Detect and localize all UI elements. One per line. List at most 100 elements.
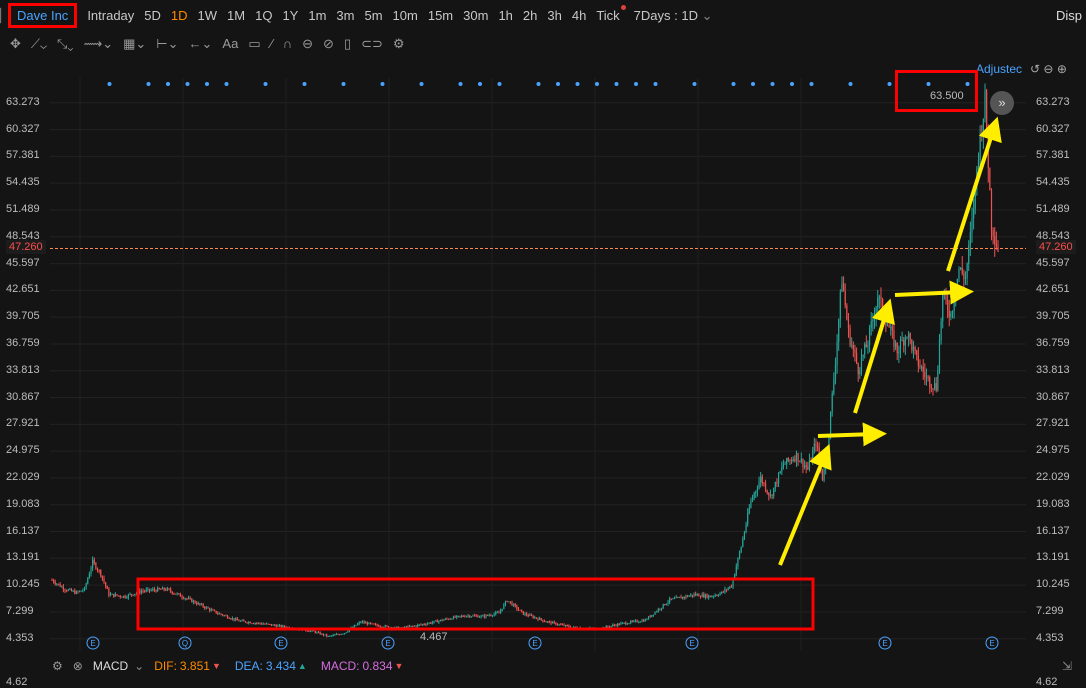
candle-body — [657, 609, 659, 612]
event-dot[interactable] — [166, 82, 170, 86]
timeframe-4h[interactable]: 4h — [572, 8, 586, 23]
candle-body — [904, 337, 906, 346]
candle-body — [686, 595, 689, 597]
timeframe-1d[interactable]: 1D — [171, 8, 188, 23]
arrow-tool-icon[interactable]: ←⌄ — [189, 36, 213, 52]
candle-body — [501, 608, 503, 611]
event-dot[interactable] — [575, 82, 580, 86]
timeframe-intraday[interactable]: Intraday — [87, 8, 134, 23]
event-dot[interactable] — [614, 82, 619, 86]
timeframe-15m[interactable]: 15m — [428, 8, 453, 23]
event-dot[interactable] — [770, 82, 775, 86]
macd-indicator-label[interactable]: MACD — [93, 659, 128, 673]
event-dot[interactable] — [107, 82, 112, 86]
reset-icon[interactable]: ↺ — [1030, 62, 1040, 76]
candle-body — [777, 473, 780, 484]
event-dot[interactable] — [556, 82, 560, 86]
candle-body — [818, 447, 820, 460]
event-dot[interactable] — [185, 82, 190, 86]
event-dot[interactable] — [497, 82, 502, 86]
adjusted-label[interactable]: Adjustec — [976, 62, 1022, 76]
hide-icon[interactable]: ⊘ — [323, 36, 334, 52]
event-dot[interactable] — [634, 82, 638, 86]
channel-tool-icon[interactable]: ⤡⌄ — [57, 36, 74, 52]
timeframe-1m[interactable]: 1m — [308, 8, 326, 23]
trend-arrow — [817, 422, 887, 447]
event-dot[interactable] — [263, 82, 268, 86]
trash-icon[interactable]: ▯ — [344, 36, 351, 52]
event-dot[interactable] — [731, 82, 736, 86]
candle-body — [521, 610, 523, 612]
line-tool-icon[interactable]: ⟋⌄ — [31, 36, 47, 52]
timeframe-1y[interactable]: 1Y — [282, 8, 298, 23]
candle-body — [781, 466, 783, 472]
candle-body — [612, 624, 614, 626]
fib-tool-icon[interactable]: ▦⌄ — [123, 36, 146, 52]
timeframe-3h[interactable]: 3h — [547, 8, 561, 23]
event-dot[interactable] — [341, 82, 346, 86]
event-marker-label: E — [689, 639, 694, 648]
gear-icon[interactable]: ⚙ — [52, 659, 63, 673]
text-tool-icon[interactable]: Aa — [222, 36, 238, 51]
expand-button[interactable]: » — [990, 91, 1014, 115]
lock-icon[interactable]: ⊖ — [302, 36, 313, 52]
dea-value: 3.434 — [265, 659, 296, 673]
display-menu[interactable]: Disp — [1056, 8, 1082, 23]
timeframe-1h[interactable]: 1h — [498, 8, 512, 23]
y-tick-label: 7.299 — [6, 604, 34, 617]
candle-body — [698, 594, 700, 597]
settings-icon[interactable]: ⚙ — [393, 36, 405, 52]
zoom-in-icon[interactable]: ⊕ — [1057, 62, 1067, 76]
event-dot[interactable] — [205, 82, 209, 86]
timeframe-1w[interactable]: 1W — [198, 8, 218, 23]
candle-body — [322, 633, 325, 636]
event-dot[interactable] — [380, 82, 385, 86]
candle-body — [672, 598, 674, 600]
price-chart[interactable]: EQEEEEEE — [50, 78, 1026, 651]
event-dot[interactable] — [692, 82, 697, 86]
event-dot[interactable] — [458, 82, 463, 86]
timeframe-1m[interactable]: 1M — [227, 8, 245, 23]
candle-body — [724, 589, 726, 592]
candle-body — [909, 333, 911, 340]
macd-panel-header: ⚙ ⊗ MACD ⌄ DIF: 3.851 ▼ DEA: 3.434 ▲ MAC… — [0, 656, 1086, 676]
drag-handle-icon[interactable]: ⇲ — [1062, 659, 1072, 673]
timeframe-3m[interactable]: 3m — [336, 8, 354, 23]
event-dot[interactable] — [478, 82, 482, 86]
event-dot[interactable] — [302, 82, 307, 86]
event-dot[interactable] — [224, 82, 229, 86]
candle-body — [615, 625, 617, 627]
timeframe-5d[interactable]: 5D — [144, 8, 161, 23]
timeframe-tick[interactable]: Tick — [596, 5, 627, 23]
note-tool-icon[interactable]: ▭ — [248, 36, 260, 52]
event-dot[interactable] — [790, 82, 794, 86]
candle-body — [309, 630, 312, 632]
event-dot[interactable] — [809, 82, 814, 86]
range-tool-icon[interactable]: ⊢⌄ — [156, 36, 178, 52]
zigzag-tool-icon[interactable]: ⟿⌄ — [84, 36, 114, 52]
magnet-icon[interactable]: ∩ — [283, 36, 292, 51]
brush-tool-icon[interactable]: ∕ — [271, 36, 273, 51]
crosshair-icon[interactable]: ✥ — [10, 36, 21, 52]
link-icon[interactable]: ⊂⊃ — [361, 36, 383, 52]
event-dot[interactable] — [887, 82, 892, 86]
event-dot[interactable] — [146, 82, 151, 86]
timeframe-10m[interactable]: 10m — [393, 8, 418, 23]
event-dot[interactable] — [848, 82, 853, 86]
timeframe-1q[interactable]: 1Q — [255, 8, 272, 23]
timeframe-2h[interactable]: 2h — [523, 8, 537, 23]
candle-body — [358, 622, 360, 624]
candle-body — [92, 559, 94, 569]
close-icon[interactable]: ⊗ — [73, 659, 83, 673]
period-select[interactable]: 7Days : 1D ⌄ — [634, 8, 713, 24]
zoom-out-icon[interactable]: ⊖ — [1043, 62, 1053, 76]
event-dot[interactable] — [595, 82, 599, 86]
timeframe-30m[interactable]: 30m — [463, 8, 488, 23]
event-dot[interactable] — [653, 82, 658, 86]
event-dot[interactable] — [536, 82, 541, 86]
event-dot[interactable] — [751, 82, 755, 86]
symbol-button[interactable]: Dave Inc — [8, 3, 78, 28]
timeframe-5m[interactable]: 5m — [364, 8, 382, 23]
event-dot[interactable] — [419, 82, 424, 86]
candle-body — [823, 469, 825, 481]
